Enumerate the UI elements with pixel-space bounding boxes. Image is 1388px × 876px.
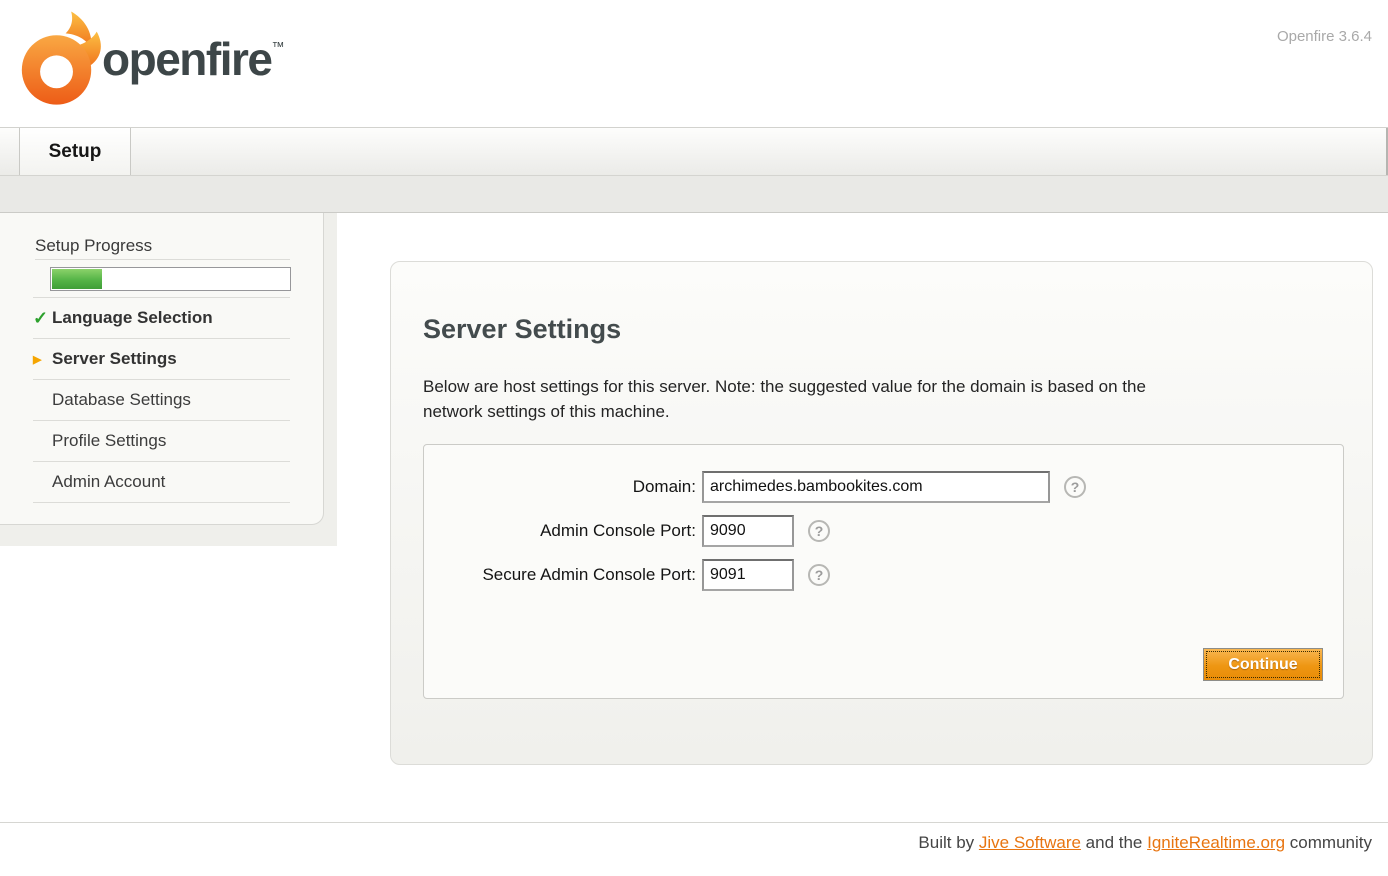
admin-port-row: Admin Console Port: ? bbox=[424, 515, 1343, 547]
openfire-flame-logo-icon bbox=[20, 7, 104, 111]
form-rows: Domain: ? Admin Console Port: ? Secure A… bbox=[424, 445, 1343, 591]
tab-setup[interactable]: Setup bbox=[19, 128, 131, 175]
version-label: Openfire 3.6.4 bbox=[1277, 28, 1372, 45]
community-text: community bbox=[1285, 833, 1372, 852]
secure-port-row: Secure Admin Console Port: ? bbox=[424, 559, 1343, 591]
built-by-text: Built by bbox=[918, 833, 978, 852]
tab-bar: Setup bbox=[0, 128, 1388, 175]
setup-steps-list: ✓ Language Selection ▶ Server Settings D… bbox=[33, 297, 290, 503]
admin-port-field[interactable] bbox=[702, 515, 794, 547]
sidebar-item-label: Admin Account bbox=[52, 472, 165, 492]
setup-progress-title: Setup Progress bbox=[35, 236, 152, 256]
help-icon[interactable]: ? bbox=[808, 564, 830, 586]
help-icon[interactable]: ? bbox=[808, 520, 830, 542]
secure-port-field[interactable] bbox=[702, 559, 794, 591]
domain-field[interactable] bbox=[702, 471, 1050, 503]
trademark-symbol: ™ bbox=[271, 39, 284, 54]
setup-progress-panel: Setup Progress ✓ Language Selection ▶ Se… bbox=[0, 213, 324, 525]
secondary-bar bbox=[0, 175, 1388, 213]
sidebar-item-language-selection: ✓ Language Selection bbox=[33, 298, 290, 339]
continue-button[interactable]: Continue bbox=[1203, 648, 1323, 681]
sidebar-item-profile-settings: Profile Settings bbox=[33, 421, 290, 462]
admin-port-label: Admin Console Port: bbox=[424, 521, 702, 541]
help-icon[interactable]: ? bbox=[1064, 476, 1086, 498]
sidebar-item-server-settings: ▶ Server Settings bbox=[33, 339, 290, 380]
description-line2: network settings of this machine. bbox=[423, 402, 670, 421]
continue-button-label: Continue bbox=[1228, 656, 1297, 673]
main-content-panel: Server Settings Below are host settings … bbox=[390, 261, 1373, 765]
progress-bar-fill bbox=[52, 269, 102, 289]
footer-divider bbox=[0, 822, 1388, 823]
sidebar-item-label: Server Settings bbox=[52, 349, 177, 369]
sidebar-item-database-settings: Database Settings bbox=[33, 380, 290, 421]
sidebar-item-label: Profile Settings bbox=[52, 431, 166, 451]
check-icon: ✓ bbox=[33, 308, 52, 329]
page-title: Server Settings bbox=[423, 314, 621, 345]
divider bbox=[35, 259, 290, 260]
current-step-arrow-icon: ▶ bbox=[33, 353, 52, 366]
sidebar-item-label: Language Selection bbox=[52, 308, 213, 328]
domain-row: Domain: ? bbox=[424, 471, 1343, 503]
sidebar-item-label: Database Settings bbox=[52, 390, 191, 410]
description-line1: Below are host settings for this server.… bbox=[423, 377, 1146, 396]
secure-port-label: Secure Admin Console Port: bbox=[424, 565, 702, 585]
openfire-wordmark: openfire™ bbox=[102, 36, 284, 82]
igniterealtime-link[interactable]: IgniteRealtime.org bbox=[1147, 833, 1285, 852]
server-settings-form: Domain: ? Admin Console Port: ? Secure A… bbox=[423, 444, 1344, 699]
footer: Built by Jive Software and the IgniteRea… bbox=[918, 833, 1372, 853]
progress-bar bbox=[50, 267, 291, 291]
header: openfire™ Openfire 3.6.4 bbox=[0, 0, 1388, 128]
domain-label: Domain: bbox=[424, 477, 702, 497]
and-the-text: and the bbox=[1081, 833, 1147, 852]
sidebar-item-admin-account: Admin Account bbox=[33, 462, 290, 503]
page-description: Below are host settings for this server.… bbox=[423, 374, 1323, 424]
jive-software-link[interactable]: Jive Software bbox=[979, 833, 1081, 852]
